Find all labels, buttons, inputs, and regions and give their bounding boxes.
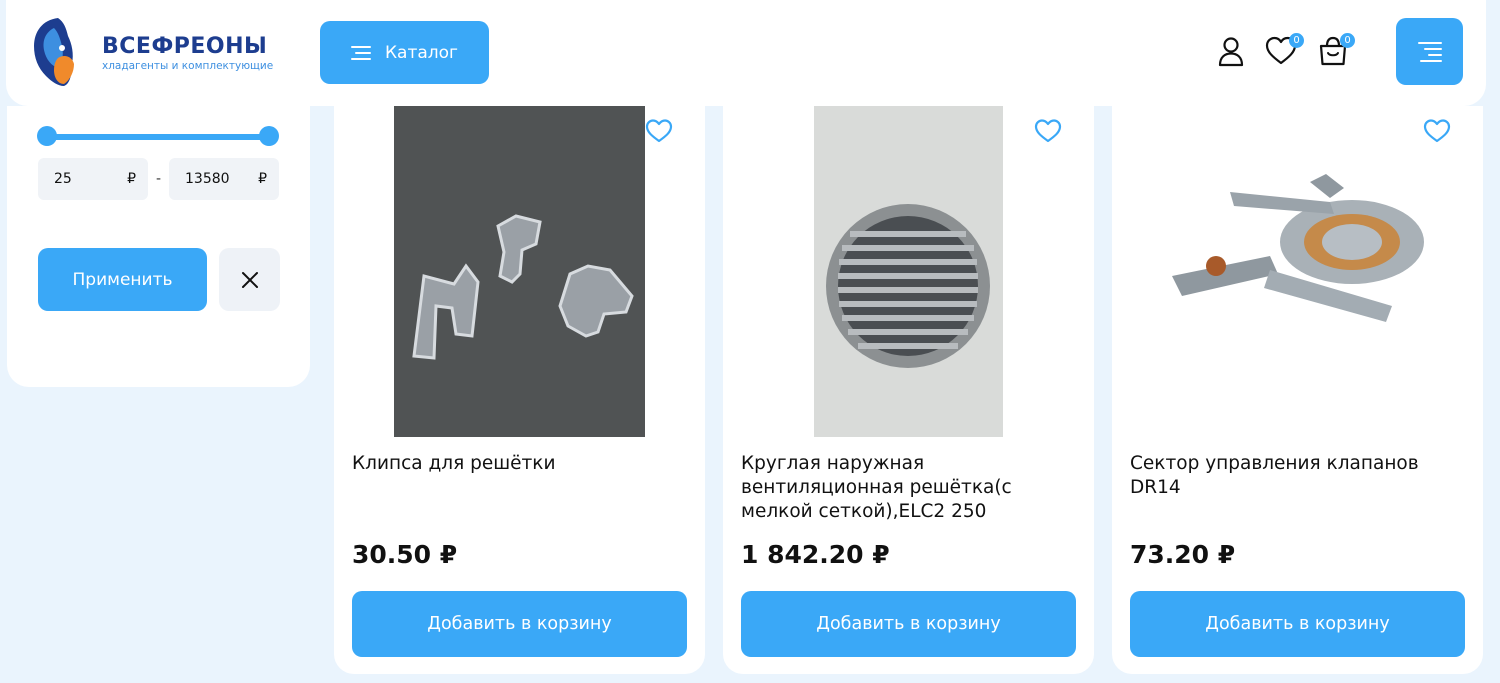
product-card: Сектор управления клапанов DR14 73.20 ₽ … bbox=[1112, 106, 1483, 674]
price-max-field[interactable]: 13580 ₽ bbox=[169, 158, 279, 200]
logo[interactable]: ВСЕФРЕОНЫ хладагенты и комплектующие bbox=[28, 14, 290, 90]
price-min-value: 25 bbox=[54, 171, 72, 187]
product-price: 73.20 ₽ bbox=[1130, 540, 1236, 569]
product-image-grille[interactable] bbox=[814, 106, 1003, 437]
price-range-track[interactable] bbox=[47, 134, 269, 140]
add-to-cart-button[interactable]: Добавить в корзину bbox=[741, 591, 1076, 657]
apply-filter-button[interactable]: Применить bbox=[38, 248, 207, 311]
add-to-cart-button[interactable]: Добавить в корзину bbox=[352, 591, 687, 657]
product-name[interactable]: Клипса для решётки bbox=[352, 452, 682, 476]
catalog-label: Каталог bbox=[384, 42, 458, 63]
burger-menu-button[interactable] bbox=[1396, 18, 1463, 85]
range-separator: - bbox=[156, 171, 162, 187]
product-name[interactable]: Сектор управления клапанов DR14 bbox=[1130, 452, 1460, 500]
menu-lines-icon bbox=[350, 45, 371, 60]
logo-subtitle: хладагенты и комплектующие bbox=[102, 60, 274, 72]
close-icon bbox=[241, 271, 258, 288]
favorites-count-badge: 0 bbox=[1289, 33, 1304, 48]
product-price: 1 842.20 ₽ bbox=[741, 540, 890, 569]
add-to-favorites-heart-icon[interactable] bbox=[1034, 118, 1062, 144]
catalog-button[interactable]: Каталог bbox=[320, 21, 489, 84]
reset-filter-button[interactable] bbox=[219, 248, 280, 311]
price-filter-panel: 25 ₽ - 13580 ₽ Применить bbox=[7, 106, 310, 387]
add-to-cart-button[interactable]: Добавить в корзину bbox=[1130, 591, 1465, 657]
product-card: Круглая наружная вентиляционная решётка(… bbox=[723, 106, 1094, 674]
currency-sign: ₽ bbox=[127, 171, 136, 187]
price-min-field[interactable]: 25 ₽ bbox=[38, 158, 148, 200]
price-range-max-handle[interactable] bbox=[259, 126, 279, 146]
burger-icon bbox=[1417, 41, 1442, 62]
price-range-min-handle[interactable] bbox=[37, 126, 57, 146]
product-image-valve-sector[interactable] bbox=[1130, 106, 1465, 437]
logo-title: ВСЕФРЕОНЫ bbox=[102, 34, 268, 59]
cart-count-badge: 0 bbox=[1340, 33, 1355, 48]
site-header: ВСЕФРЕОНЫ хладагенты и комплектующие Кат… bbox=[6, 0, 1486, 106]
add-to-favorites-heart-icon[interactable] bbox=[645, 118, 673, 144]
currency-sign: ₽ bbox=[258, 171, 267, 187]
product-card: Клипса для решётки 30.50 ₽ Добавить в ко… bbox=[334, 106, 705, 674]
product-price: 30.50 ₽ bbox=[352, 540, 458, 569]
account-button[interactable] bbox=[1214, 34, 1248, 68]
product-name[interactable]: Круглая наружная вентиляционная решётка(… bbox=[741, 452, 1071, 524]
price-max-value: 13580 bbox=[185, 171, 230, 187]
product-image-clip[interactable] bbox=[394, 106, 645, 437]
favorites-button[interactable]: 0 bbox=[1264, 33, 1304, 68]
lion-mascot-icon bbox=[34, 18, 74, 86]
add-to-favorites-heart-icon[interactable] bbox=[1423, 118, 1451, 144]
user-icon bbox=[1218, 37, 1244, 67]
cart-button[interactable]: 0 bbox=[1316, 33, 1355, 68]
